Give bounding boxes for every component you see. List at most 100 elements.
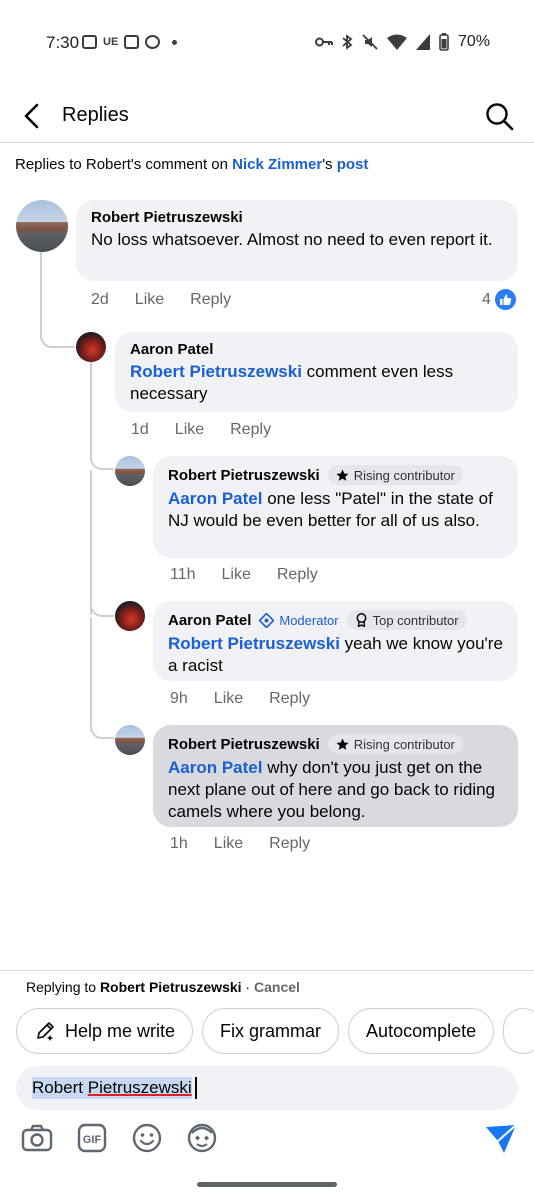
comment-time: 1d — [131, 421, 149, 438]
rising-contributor-badge[interactable]: Rising contributor — [327, 734, 463, 754]
comment-text: Robert Pietruszewski yeah we know you're… — [168, 633, 503, 677]
comment-actions: 1h Like Reply — [170, 835, 336, 853]
reply-input-text: Robert Pietruszewski — [32, 1077, 192, 1099]
avatar[interactable] — [115, 456, 145, 486]
badge-label: Rising contributor — [353, 467, 455, 483]
replying-to-label: Replying to Robert Pietruszewski · Cance… — [26, 979, 300, 995]
reply-button[interactable]: Reply — [230, 421, 271, 439]
contacts-icon — [124, 35, 140, 49]
ue-icon: UE — [103, 36, 119, 48]
thread-connector — [90, 440, 114, 470]
back-arrow-icon[interactable] — [18, 102, 46, 130]
replies-context: Replies to Robert's comment on Nick Zimm… — [15, 156, 368, 173]
reaction-count[interactable]: 4 — [482, 289, 516, 310]
replying-separator: · — [241, 979, 254, 995]
svg-text:GIF: GIF — [83, 1134, 102, 1146]
photo-icon — [82, 35, 97, 49]
avatar[interactable] — [115, 601, 145, 631]
comment-bubble[interactable]: Robert Pietruszewski Rising contributor … — [153, 456, 518, 558]
comment-bubble[interactable]: Aaron Patel Robert Pietruszewski comment… — [115, 332, 518, 412]
home-indicator[interactable] — [197, 1182, 337, 1187]
badge-label: Moderator — [279, 612, 339, 628]
like-button[interactable]: Like — [214, 690, 243, 708]
comment-author[interactable]: Aaron Patel — [130, 341, 213, 358]
battery-icon — [439, 33, 449, 51]
cancel-reply-button[interactable]: Cancel — [254, 979, 300, 995]
mention-link[interactable]: Aaron Patel — [168, 489, 262, 508]
top-contributor-badge[interactable]: Top contributor — [346, 610, 467, 630]
comment-time: 2d — [91, 291, 109, 308]
autocomplete-chip[interactable]: Autocomplete — [348, 1008, 495, 1054]
composer-tools: GIF — [20, 1121, 219, 1155]
comment-text: Robert Pietruszewski comment even less n… — [130, 361, 503, 405]
mention-link[interactable]: Robert Pietruszewski — [130, 362, 302, 381]
comment-author[interactable]: Robert Pietruszewski — [168, 736, 320, 753]
dot-icon — [172, 39, 178, 45]
page-name-link[interactable]: Nick Zimmer — [232, 156, 322, 173]
context-prefix: Replies to Robert's comment on — [15, 156, 233, 173]
gif-icon[interactable]: GIF — [75, 1121, 109, 1155]
star-icon — [336, 738, 349, 750]
comment-time: 9h — [170, 690, 188, 707]
thread-connector — [40, 252, 75, 348]
avatar[interactable] — [16, 200, 68, 252]
comment-bubble[interactable]: Robert Pietruszewski No loss whatsoever.… — [76, 200, 518, 281]
comment-text: Aaron Patel why don't you just get on th… — [168, 757, 503, 823]
text-caret — [194, 1077, 197, 1099]
input-first-word: Robert — [32, 1078, 88, 1097]
message-icon — [145, 35, 161, 49]
comment-author[interactable]: Aaron Patel — [168, 612, 251, 629]
comment-actions: 11h Like Reply — [170, 566, 344, 584]
comment-author[interactable]: Robert Pietruszewski — [91, 209, 243, 226]
comment-text: No loss whatsoever. Almost no need to ev… — [91, 230, 493, 249]
avatar[interactable] — [115, 725, 145, 755]
emoji-icon[interactable] — [130, 1121, 164, 1155]
help-me-write-chip[interactable]: Help me write — [16, 1008, 194, 1054]
camera-icon[interactable] — [20, 1121, 54, 1155]
context-possessive: 's — [322, 156, 337, 173]
reply-button[interactable]: Reply — [190, 291, 231, 309]
badge-label: Rising contributor — [353, 736, 455, 752]
input-misspelled-word: Pietruszewski — [87, 1078, 192, 1097]
reaction-number: 4 — [482, 290, 491, 308]
like-button[interactable]: Like — [135, 291, 164, 309]
send-icon[interactable] — [484, 1123, 518, 1155]
signal-icon — [415, 34, 430, 50]
comment-bubble[interactable]: Aaron Patel Moderator Top contributor Ro… — [153, 601, 518, 681]
reply-input[interactable]: Robert Pietruszewski — [16, 1066, 518, 1110]
header-bar: Replies — [0, 88, 534, 143]
more-suggestion-chip[interactable] — [503, 1008, 534, 1054]
moderator-badge[interactable]: Moderator — [257, 610, 340, 630]
comment-actions: 1d Like Reply — [131, 421, 297, 439]
avatar-sticker-icon[interactable] — [185, 1121, 219, 1155]
like-button[interactable]: Like — [214, 835, 243, 853]
status-right-icons: 70% — [314, 33, 490, 51]
search-icon[interactable] — [484, 101, 514, 131]
status-left-icons: UE — [82, 35, 178, 49]
like-button[interactable]: Like — [222, 566, 251, 584]
comment-bubble-selected[interactable]: Robert Pietruszewski Rising contributor … — [153, 725, 518, 827]
fix-grammar-chip[interactable]: Fix grammar — [202, 1008, 340, 1054]
bluetooth-icon — [342, 34, 353, 50]
mention-link[interactable]: Aaron Patel — [168, 758, 262, 777]
ai-suggestion-chips: Help me write Fix grammar Autocomplete — [16, 1008, 534, 1054]
status-time: 7:30 — [46, 33, 80, 52]
moderator-icon — [259, 612, 275, 628]
wifi-icon — [386, 34, 407, 50]
reply-button[interactable]: Reply — [269, 835, 310, 853]
reply-button[interactable]: Reply — [269, 690, 310, 708]
rising-contributor-badge[interactable]: Rising contributor — [327, 465, 463, 485]
thread-connector — [90, 715, 114, 739]
like-button[interactable]: Like — [175, 421, 204, 439]
reply-button[interactable]: Reply — [277, 566, 318, 584]
comment-author[interactable]: Robert Pietruszewski — [168, 467, 320, 484]
thread-connector — [90, 595, 114, 617]
status-bar: 7:30 UE 70% — [0, 0, 534, 88]
avatar[interactable] — [76, 332, 106, 362]
post-link[interactable]: post — [337, 156, 369, 173]
reply-composer: Replying to Robert Pietruszewski · Cance… — [0, 970, 534, 1200]
comment-actions: 9h Like Reply — [170, 690, 336, 708]
replying-name: Robert Pietruszewski — [99, 979, 242, 995]
comment-time: 1h — [170, 835, 188, 852]
mention-link[interactable]: Robert Pietruszewski — [168, 634, 340, 653]
